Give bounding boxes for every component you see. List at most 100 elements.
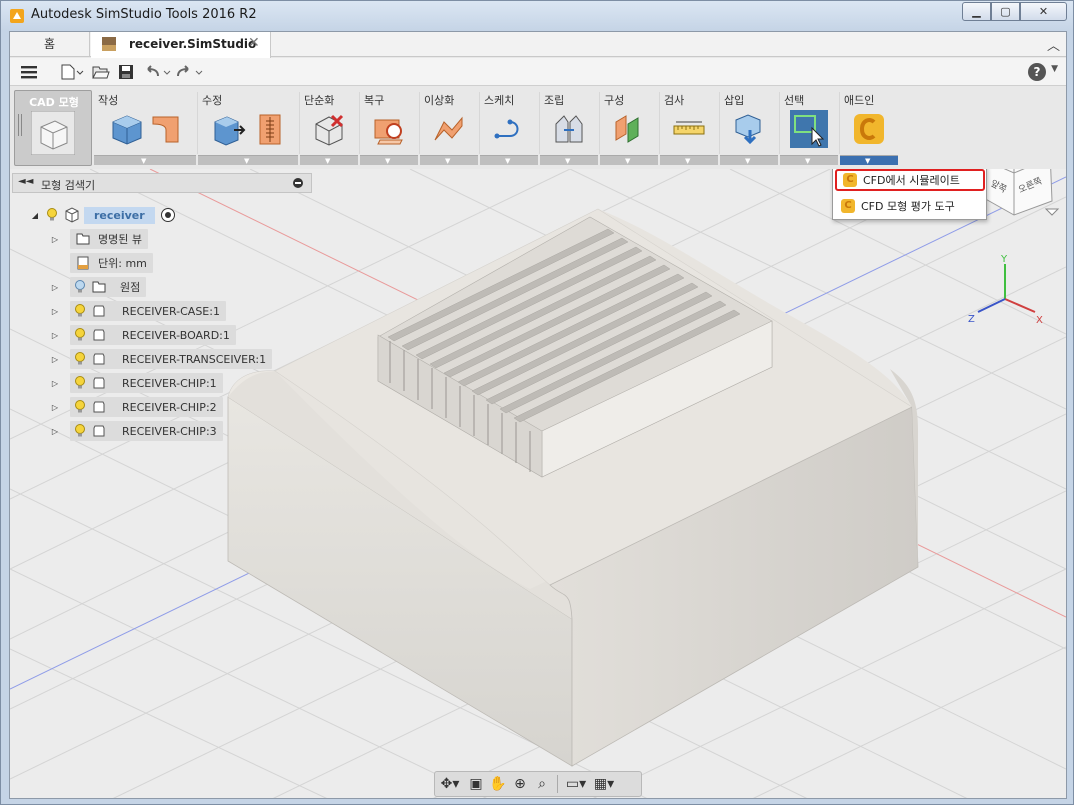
tree-item-receiver-chip-2[interactable]: ▷ RECEIVER-CHIP:2 <box>50 397 223 417</box>
remove-features-icon[interactable] <box>312 112 346 146</box>
ribbon-grip-handle[interactable] <box>18 114 22 136</box>
tree-item-receiver-board[interactable]: ▷ RECEIVER-BOARD:1 <box>50 325 236 345</box>
visibility-bulb-icon[interactable] <box>46 208 58 222</box>
fit-button[interactable]: ⌕ <box>531 774 553 794</box>
tab-document[interactable]: receiver.SimStudio ✕ <box>91 32 271 58</box>
expand-triangle-icon[interactable]: ▷ <box>50 331 60 340</box>
tree-item-receiver-chip-1[interactable]: ▷ RECEIVER-CHIP:1 <box>50 373 223 393</box>
visibility-bulb-icon[interactable] <box>74 304 86 318</box>
pan-button[interactable]: ✋ <box>487 774 509 794</box>
ribbon-group-label: 이상화 <box>424 94 455 107</box>
create-dropdown-bar[interactable]: ▼ <box>94 155 196 165</box>
collapse-browser-icon[interactable]: ◄◄ <box>18 176 33 187</box>
title-bar: Autodesk SimStudio Tools 2016 R2 ▁ ▢ ✕ <box>1 1 1073 29</box>
look-at-button[interactable]: ▣ <box>465 774 487 794</box>
construct-dropdown-bar[interactable]: ▼ <box>600 155 658 165</box>
model-canvas[interactable]: 앞쪽 오른쪽 Y X Z <box>10 169 1066 799</box>
ribbon-group-label: 수정 <box>202 94 223 107</box>
sketch-dropdown-bar[interactable]: ▼ <box>480 155 538 165</box>
ribbon-group-label: 삽입 <box>724 94 745 107</box>
inspect-dropdown-bar[interactable]: ▼ <box>660 155 718 165</box>
construction-plane-icon[interactable] <box>612 112 646 146</box>
assemble-dropdown-bar[interactable]: ▼ <box>540 155 598 165</box>
open-button[interactable] <box>92 62 110 82</box>
new-file-button[interactable] <box>60 62 84 82</box>
grid-settings-button[interactable]: ▦▾ <box>590 774 618 794</box>
visibility-bulb-off-icon[interactable] <box>74 280 86 294</box>
expand-triangle-icon[interactable]: ▷ <box>50 283 60 292</box>
visibility-bulb-icon[interactable] <box>74 376 86 390</box>
shell-icon[interactable] <box>254 112 288 146</box>
help-caret-icon[interactable]: ▼ <box>1051 64 1058 74</box>
main-menu-button[interactable] <box>20 62 38 82</box>
tree-item-named-views[interactable]: ▷ 명명된 뷰 <box>50 229 148 249</box>
repair-icon[interactable] <box>372 112 406 146</box>
select-window-icon[interactable] <box>790 110 828 148</box>
tree-item-origin[interactable]: ▷ 원점 <box>50 277 147 297</box>
fillet-sheet-icon[interactable] <box>150 112 184 146</box>
idealize-icon[interactable] <box>432 112 466 146</box>
expand-triangle-icon[interactable]: ◢ <box>30 211 40 220</box>
zoom-button[interactable]: ⊕ <box>509 774 531 794</box>
3d-viewport[interactable]: 앞쪽 오른쪽 Y X Z ◄◄ 모형 검색기 ◢ receiver ▷ 명명된 … <box>10 169 1066 799</box>
sketch-curve-icon[interactable] <box>492 112 526 146</box>
press-pull-icon[interactable] <box>212 112 246 146</box>
expand-triangle-icon[interactable]: ▷ <box>50 307 60 316</box>
display-settings-button[interactable]: ▭▾ <box>562 774 590 794</box>
tab-home[interactable]: 홈 <box>10 32 90 57</box>
orbit-button[interactable]: ✥▾ <box>435 774 465 794</box>
tree-item-units[interactable]: 단위: mm <box>50 253 153 273</box>
tree-item-receiver-transceiver[interactable]: ▷ RECEIVER-TRANSCEIVER:1 <box>50 349 273 369</box>
viewcube-menu-icon[interactable] <box>1044 208 1060 216</box>
undo-button[interactable] <box>144 62 174 82</box>
box-primitive-icon[interactable] <box>110 112 144 146</box>
visibility-bulb-icon[interactable] <box>74 328 86 342</box>
visibility-bulb-icon[interactable] <box>74 424 86 438</box>
measure-icon[interactable] <box>672 112 706 146</box>
menu-item-simulate-in-cfd[interactable]: C CFD에서 시뮬레이트 <box>835 169 985 191</box>
units-document-icon <box>77 256 89 270</box>
visibility-bulb-icon[interactable] <box>74 352 86 366</box>
simstudio-app-icon[interactable] <box>9 8 25 24</box>
tree-item-receiver-case[interactable]: ▷ RECEIVER-CASE:1 <box>50 301 226 321</box>
redo-button[interactable] <box>176 62 206 82</box>
browser-header[interactable]: ◄◄ 모형 검색기 <box>12 173 312 193</box>
select-dropdown-bar[interactable]: ▼ <box>780 155 838 165</box>
client-area: 홈 receiver.SimStudio ✕ ︿ ? ▼ CAD 모형 작성 ▼… <box>9 31 1067 799</box>
joint-icon[interactable] <box>552 112 586 146</box>
ribbon-group-label: 구성 <box>604 94 625 107</box>
expand-triangle-icon[interactable]: ▷ <box>50 235 60 244</box>
expand-triangle-icon[interactable]: ▷ <box>50 355 60 364</box>
view-cube[interactable]: 앞쪽 오른쪽 <box>978 169 1053 216</box>
receiver-model[interactable] <box>227 208 919 767</box>
help-icon[interactable]: ? <box>1028 63 1046 81</box>
addins-dropdown-bar[interactable]: ▼ <box>840 155 898 165</box>
save-button[interactable] <box>118 62 134 82</box>
cfd-addin-icon[interactable] <box>852 112 886 146</box>
workspace-switcher[interactable]: CAD 모형 <box>14 90 92 166</box>
expand-triangle-icon[interactable]: ▷ <box>50 379 60 388</box>
triad-y-label: Y <box>1000 254 1008 265</box>
insert-icon[interactable] <box>732 112 766 146</box>
close-window-button[interactable]: ✕ <box>1020 2 1067 21</box>
expand-triangle-icon[interactable]: ▷ <box>50 427 60 436</box>
minimize-browser-icon[interactable] <box>293 178 303 188</box>
insert-dropdown-bar[interactable]: ▼ <box>720 155 778 165</box>
chevron-up-icon[interactable]: ︿ <box>1047 35 1060 54</box>
simplify-dropdown-bar[interactable]: ▼ <box>300 155 358 165</box>
menu-item-cfd-model-assessment[interactable]: C CFD 모형 평가 도구 <box>835 195 985 217</box>
tree-root[interactable]: ◢ receiver <box>30 205 175 225</box>
tree-item-receiver-chip-3[interactable]: ▷ RECEIVER-CHIP:3 <box>50 421 223 441</box>
repair-dropdown-bar[interactable]: ▼ <box>360 155 418 165</box>
root-component-label[interactable]: receiver <box>84 206 155 224</box>
idealize-dropdown-bar[interactable]: ▼ <box>420 155 478 165</box>
modify-dropdown-bar[interactable]: ▼ <box>198 155 298 165</box>
visibility-bulb-icon[interactable] <box>74 400 86 414</box>
caret-down-icon: ▼ <box>805 157 811 165</box>
expand-triangle-icon[interactable]: ▷ <box>50 403 60 412</box>
ribbon-group-label: 스케치 <box>484 94 515 107</box>
close-tab-icon[interactable]: ✕ <box>248 35 260 51</box>
minimize-button[interactable]: ▁ <box>962 2 991 21</box>
maximize-button[interactable]: ▢ <box>991 2 1020 21</box>
activate-radio-icon[interactable] <box>160 208 175 222</box>
